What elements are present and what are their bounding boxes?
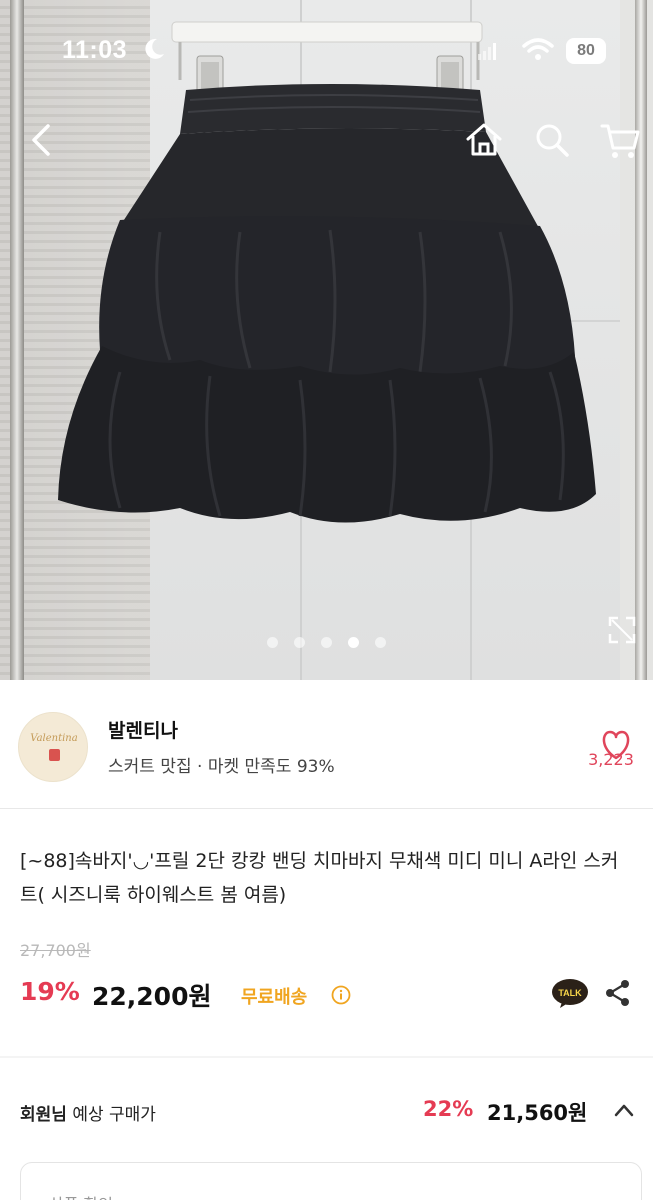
pagination-dot[interactable]	[294, 637, 305, 648]
info-icon[interactable]	[331, 985, 351, 1005]
discount-detail-card: 상품 할인	[20, 1162, 642, 1200]
pagination-dot[interactable]	[267, 637, 278, 648]
product-image-gallery[interactable]: 11:03 80	[0, 0, 653, 680]
battery-indicator: 80	[566, 38, 606, 64]
like-count: 3,223	[588, 750, 634, 769]
home-icon[interactable]	[462, 118, 506, 162]
seller-name[interactable]: 발렌티나	[108, 716, 178, 743]
product-photo-skirt	[58, 21, 596, 523]
cellular-signal-icon	[478, 43, 496, 60]
gallery-pagination	[0, 633, 653, 649]
kakaotalk-share-icon[interactable]: TALK	[550, 977, 590, 1009]
gift-icon	[49, 749, 60, 761]
seller-logo-text: Valentina	[30, 733, 78, 744]
member-price: 21,560원	[487, 1101, 588, 1125]
member-price-row[interactable]: 회원님 예상 구매가 22% 21,560원	[0, 1058, 653, 1148]
member-price-label: 회원님 예상 구매가	[20, 1105, 156, 1125]
svg-text:TALK: TALK	[558, 988, 582, 998]
seller-logo[interactable]: Valentina	[18, 712, 88, 782]
pagination-dot[interactable]	[375, 637, 386, 648]
member-discount-rate: 22%	[423, 1097, 474, 1121]
status-bar: 11:03 80	[0, 0, 653, 100]
search-icon[interactable]	[530, 118, 574, 162]
sale-price: 22,200원	[92, 982, 212, 1011]
seller-description: 스커트 맛집 · 마켓 만족도 93%	[108, 757, 335, 777]
cart-icon[interactable]	[598, 118, 642, 162]
original-price: 27,700원	[20, 941, 91, 960]
free-shipping-badge: 무료배송	[241, 987, 308, 1008]
section-divider	[0, 808, 653, 809]
wifi-icon	[522, 38, 554, 60]
share-icon[interactable]	[603, 978, 633, 1008]
moon-icon	[145, 38, 164, 59]
seller-section[interactable]: Valentina 발렌티나 스커트 맛집 · 마켓 만족도 93% 3,223	[0, 680, 653, 808]
discount-rate: 19%	[20, 977, 80, 1006]
chevron-left-icon[interactable]	[22, 118, 66, 162]
discount-detail-label: 상품 할인	[49, 1191, 113, 1200]
expand-icon[interactable]	[606, 614, 638, 646]
status-time: 11:03	[62, 36, 128, 64]
chevron-up-icon[interactable]	[612, 1100, 636, 1120]
pagination-dot-active[interactable]	[348, 637, 359, 648]
product-title: [~88]속바지'◡'프릴 2단 캉캉 밴딩 치마바지 무채색 미디 미니 A라…	[20, 850, 619, 906]
pagination-dot[interactable]	[321, 637, 332, 648]
